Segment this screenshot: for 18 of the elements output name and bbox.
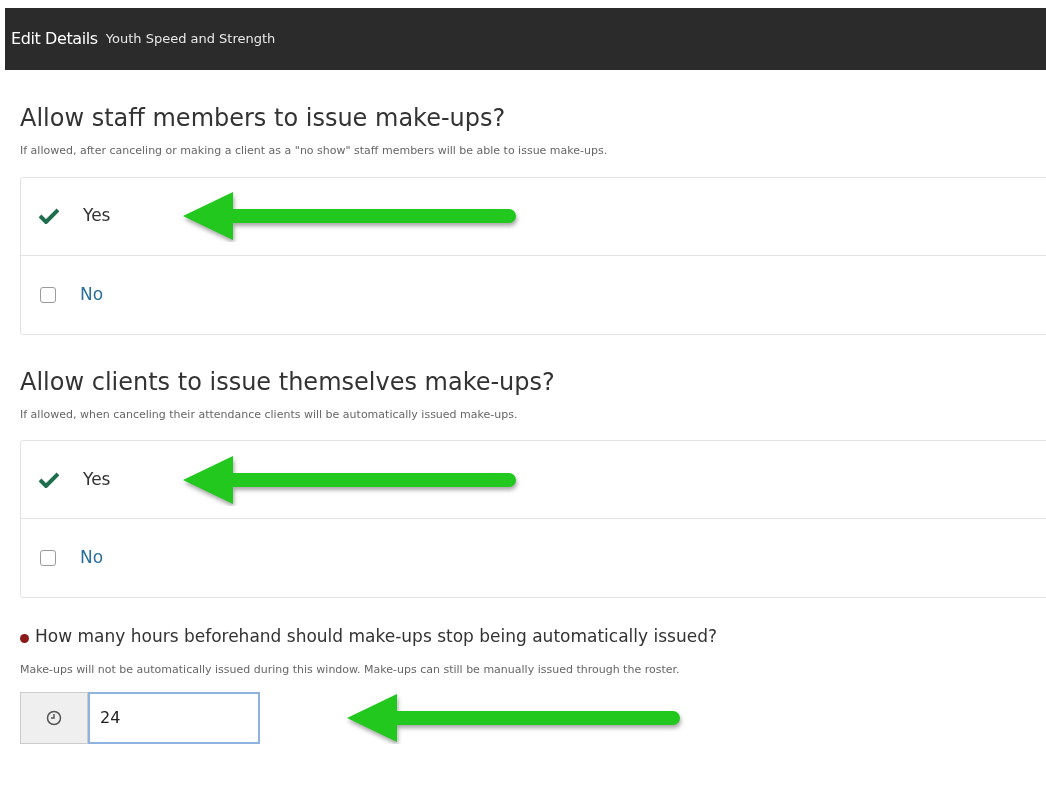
option-label[interactable]: Yes — [83, 466, 111, 493]
checkbox[interactable] — [40, 286, 56, 303]
checkmark-icon[interactable] — [39, 208, 59, 224]
question-description: If allowed, after canceling or making a client as a "no show" staff members will be able to issue make-ups. — [20, 143, 609, 159]
question-description: Make-ups will not be automatically issued during this window. Make-ups can still be manually issued through the roster. — [20, 661, 681, 678]
question-title: How many hours beforehand should make-ups stop being automatically issued? — [35, 625, 717, 648]
question-title: Allow staff members to issue make-ups? — [20, 103, 507, 133]
option-label[interactable]: Yes — [83, 203, 111, 229]
option-label[interactable]: No — [80, 281, 104, 308]
checkmark-icon[interactable] — [39, 471, 59, 488]
header-subtitle: Youth Speed and Strength — [105, 30, 276, 49]
clock-icon — [46, 710, 62, 726]
question-title: Allow clients to issue themselves make-ups? — [20, 366, 556, 397]
header-title: Edit Details — [11, 28, 98, 50]
checkbox[interactable] — [40, 550, 56, 566]
hours-input[interactable]: 24 — [88, 692, 260, 744]
question-description: If allowed, when canceling their attendance clients will be automatically issued make-ups. — [20, 406, 519, 423]
option-label[interactable]: No — [80, 545, 104, 571]
